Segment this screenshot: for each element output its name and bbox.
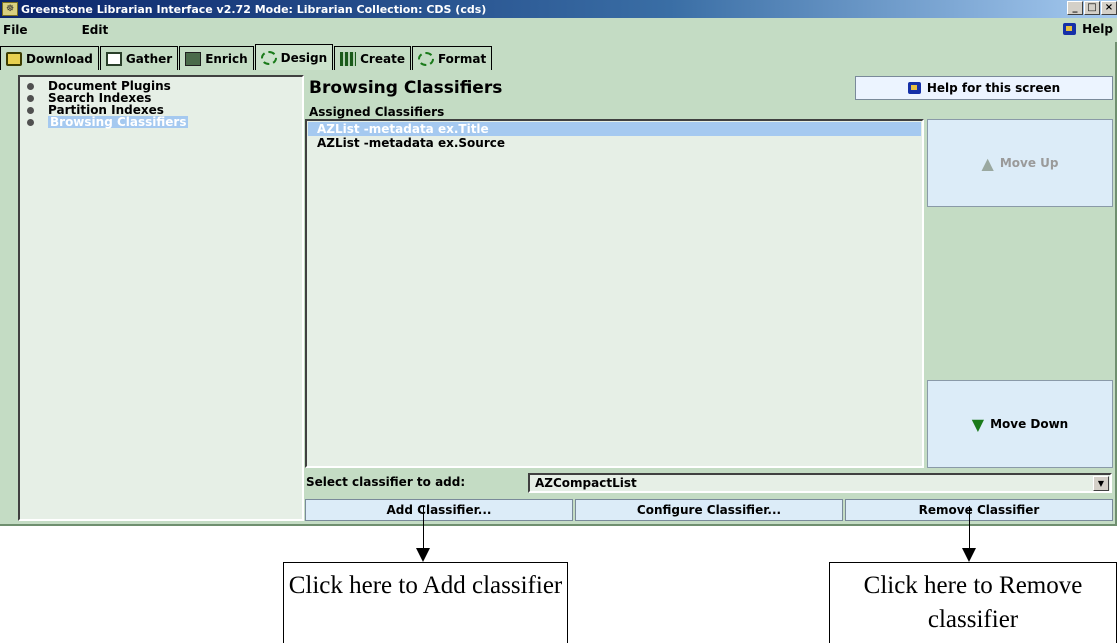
gather-icon [105, 51, 122, 66]
tab-bar: Download Gather Enrich Design Create For… [0, 44, 493, 70]
enrich-icon [185, 51, 202, 66]
greenstone-app-icon: ☸ [2, 2, 18, 16]
tab-format-label: Format [437, 51, 487, 66]
add-classifier-button[interactable]: Add Classifier... [305, 499, 573, 521]
format-icon [417, 51, 434, 66]
select-classifier-label: Select classifier to add: [306, 475, 466, 489]
assigned-classifiers-label: Assigned Classifiers [309, 105, 445, 119]
page-title: Browsing Classifiers [309, 78, 503, 98]
tree-bullet-icon [27, 82, 34, 90]
tab-download-label: Download [26, 51, 93, 66]
application-window: ☸ Greenstone Librarian Interface v2.72 M… [0, 0, 1117, 526]
minimize-button[interactable]: _ [1067, 1, 1083, 15]
tab-enrich-label: Enrich [205, 51, 248, 66]
maximize-button[interactable]: □ [1084, 1, 1100, 15]
tree-bullet-icon [27, 106, 34, 114]
tree-bullet-icon [27, 118, 34, 126]
tab-create[interactable]: Create [334, 46, 411, 70]
window-title: Greenstone Librarian Interface v2.72 Mod… [21, 2, 487, 16]
menu-edit[interactable]: Edit [74, 23, 117, 37]
help-book-icon [1063, 23, 1077, 35]
design-section-tree: Document Plugins Search Indexes Partitio… [18, 75, 304, 521]
tree-item-label: Browsing Classifiers [48, 115, 189, 129]
close-button[interactable]: × [1101, 1, 1117, 15]
move-up-label: Move Up [999, 156, 1059, 170]
remove-annotation-arrow-head [962, 548, 976, 562]
tab-gather[interactable]: Gather [99, 46, 179, 70]
tab-format[interactable]: Format [411, 46, 493, 70]
list-item[interactable]: AZList -metadata ex.Source [308, 136, 921, 150]
menu-help-label: Help [1082, 22, 1113, 36]
move-up-button[interactable]: ▲ Move Up [927, 119, 1113, 207]
tab-enrich[interactable]: Enrich [179, 46, 254, 70]
remove-classifier-callout: Click here to Remove classifier [829, 562, 1117, 643]
tab-download[interactable]: Download [0, 46, 99, 70]
remove-classifier-button[interactable]: Remove Classifier [845, 499, 1113, 521]
design-icon [260, 50, 277, 65]
configure-classifier-button[interactable]: Configure Classifier... [575, 499, 843, 521]
window-controls: _ □ × [1066, 1, 1117, 15]
menu-bar: File Edit Help [0, 18, 1117, 42]
tab-design[interactable]: Design [254, 44, 334, 70]
assigned-classifiers-list[interactable]: AZList -metadata ex.Title AZList -metada… [305, 119, 924, 468]
tab-design-label: Design [280, 50, 328, 65]
help-for-screen-label: Help for this screen [926, 81, 1061, 95]
help-book-icon [907, 82, 921, 94]
arrow-down-icon: ▼ [971, 414, 985, 434]
classifier-select-value: AZCompactList [535, 476, 637, 490]
classifier-action-buttons: Add Classifier... Configure Classifier..… [305, 499, 1113, 521]
tree-item-browsing-classifiers[interactable]: Browsing Classifiers [20, 116, 302, 128]
add-classifier-callout: Click here to Add classifier [283, 562, 568, 643]
arrow-up-icon: ▲ [981, 153, 994, 173]
title-bar: ☸ Greenstone Librarian Interface v2.72 M… [0, 0, 1117, 18]
add-annotation-arrow-line [423, 506, 424, 554]
help-for-screen-button[interactable]: Help for this screen [855, 76, 1113, 100]
create-icon [340, 51, 357, 66]
menu-file[interactable]: File [0, 23, 36, 37]
remove-annotation-arrow-line [969, 506, 970, 554]
tree-bullet-icon [27, 94, 34, 102]
add-annotation-arrow-head [416, 548, 430, 562]
tab-gather-label: Gather [125, 51, 173, 66]
move-down-button[interactable]: ▼ Move Down [927, 380, 1113, 468]
menu-help[interactable]: Help [1063, 22, 1113, 36]
move-down-label: Move Down [990, 417, 1069, 431]
download-icon [6, 51, 22, 66]
classifier-select[interactable]: AZCompactList ▼ [528, 473, 1112, 493]
list-item[interactable]: AZList -metadata ex.Title [308, 122, 921, 136]
chevron-down-icon[interactable]: ▼ [1093, 476, 1109, 491]
tab-create-label: Create [360, 51, 405, 66]
